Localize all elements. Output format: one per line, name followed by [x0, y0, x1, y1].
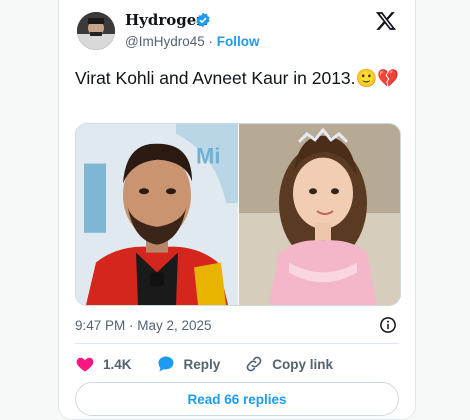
action-bar: 1.4K Reply Copy link: [75, 352, 357, 376]
link-icon: [246, 356, 262, 372]
x-logo-icon[interactable]: [375, 10, 397, 32]
photo-man-red-jersey: Mi: [76, 124, 238, 305]
author-handle[interactable]: @ImHydro45: [125, 34, 205, 49]
author-avatar[interactable]: [77, 12, 115, 50]
follow-button[interactable]: Follow: [217, 34, 260, 49]
separator-dot: ·: [208, 34, 214, 49]
tweet-text: Virat Kohli and Avneet Kaur in 2013.🙂💔: [75, 68, 400, 88]
tweet-card: Hydrogen @ImHydro45 · Follow Virat Kohli…: [58, 0, 416, 420]
read-replies-label: Read 66 replies: [187, 391, 287, 407]
divider: [75, 343, 399, 344]
heart-icon: [76, 357, 94, 372]
right-photo[interactable]: [239, 124, 400, 305]
like-button[interactable]: 1.4K: [75, 354, 132, 374]
avatar-image: [77, 12, 115, 50]
info-icon[interactable]: [379, 316, 397, 334]
svg-text:Mi: Mi: [196, 144, 220, 169]
reply-bubble-icon: [158, 356, 174, 372]
read-replies-button[interactable]: Read 66 replies: [75, 382, 399, 416]
copy-link-label: Copy link: [272, 356, 334, 372]
tweet-media[interactable]: Mi: [75, 123, 401, 306]
reply-label: Reply: [183, 356, 221, 372]
likes-count: 1.4K: [103, 356, 132, 372]
copy-link-button[interactable]: Copy link: [244, 354, 333, 374]
left-photo[interactable]: Mi: [76, 124, 238, 305]
verified-badge-icon: [196, 12, 210, 28]
handle-row: @ImHydro45 · Follow: [125, 34, 260, 49]
reply-button[interactable]: Reply: [156, 354, 221, 374]
tweet-timestamp[interactable]: 9:47 PM · May 2, 2025: [75, 318, 212, 333]
photo-girl-tiara: [239, 124, 400, 305]
